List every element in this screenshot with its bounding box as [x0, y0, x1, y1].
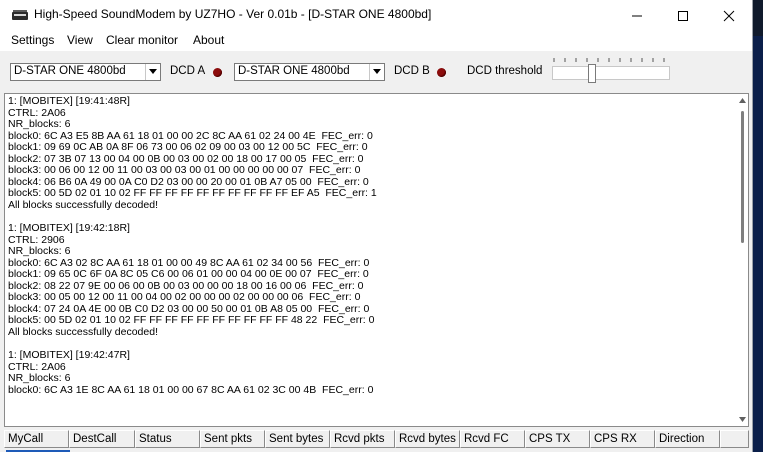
column-sent-pkts[interactable]: Sent pkts [200, 430, 265, 448]
column-label: CPS RX [594, 433, 637, 445]
title-bar[interactable]: High-Speed SoundModem by UZ7HO - Ver 0.0… [0, 0, 752, 31]
dcd-a-led [213, 68, 222, 77]
minimize-button[interactable] [614, 0, 660, 31]
column-label: DestCall [73, 433, 117, 445]
toolbar: D-STAR ONE 4800bd DCD A D-STAR ONE 4800b… [0, 51, 752, 93]
background-window [752, 0, 763, 452]
column-status[interactable]: Status [135, 430, 200, 448]
monitor-line: block1: 09 69 0C AB 0A 8F 06 73 00 06 02… [8, 141, 368, 154]
menu-bar: Settings View Clear monitor About [0, 31, 752, 51]
dcd-a-label: DCD A [170, 65, 206, 77]
chevron-down-icon [149, 69, 157, 74]
column-rcvd-fc[interactable]: Rcvd FC [460, 430, 525, 448]
menu-about[interactable]: About [193, 33, 224, 47]
column-mycall[interactable]: MyCall [4, 430, 69, 448]
main-window: High-Speed SoundModem by UZ7HO - Ver 0.0… [0, 0, 753, 452]
dcd-b-label: DCD B [394, 65, 430, 77]
dcd-b-led [437, 68, 446, 77]
modem-b-dropdown-button[interactable] [369, 64, 384, 80]
minimize-icon [632, 15, 642, 17]
background-window-top [752, 0, 763, 36]
chevron-down-icon [373, 69, 381, 74]
scroll-up-icon[interactable] [739, 98, 746, 103]
window-title: High-Speed SoundModem by UZ7HO - Ver 0.0… [34, 7, 432, 21]
column-rcvd-pkts[interactable]: Rcvd pkts [330, 430, 395, 448]
maximize-icon [678, 11, 688, 21]
modem-a-dropdown-button[interactable] [145, 64, 160, 80]
modem-icon [12, 10, 28, 20]
column-label: Rcvd FC [464, 433, 509, 445]
column-label: Status [139, 433, 172, 445]
close-icon [723, 10, 735, 22]
scroll-down-icon[interactable] [739, 417, 746, 422]
modem-b-value: D-STAR ONE 4800bd [238, 65, 350, 77]
slider-track[interactable] [552, 66, 670, 80]
column-rcvd-bytes[interactable]: Rcvd bytes [395, 430, 460, 448]
modem-b-select[interactable]: D-STAR ONE 4800bd [234, 63, 385, 81]
dcd-threshold-slider[interactable] [552, 55, 672, 91]
dcd-threshold-label: DCD threshold [467, 65, 543, 77]
slider-thumb[interactable] [588, 64, 596, 83]
column-label: MyCall [8, 433, 44, 445]
monitor-line: 1: [MOBITEX] [19:41:48R] [8, 95, 130, 107]
column-cps-tx[interactable]: CPS TX [525, 430, 590, 448]
monitor-line: All blocks successfully decoded! [8, 325, 158, 338]
close-button[interactable] [706, 0, 752, 31]
column-sent-bytes[interactable]: Sent bytes [265, 430, 330, 448]
slider-ticks [553, 58, 665, 62]
monitor-line: 1: [MOBITEX] [19:42:18R] [8, 222, 130, 235]
monitor-line: NR_blocks: 6 [8, 245, 71, 258]
monitor-line: block0: 6C A3 1E 8C AA 61 18 01 00 00 67… [8, 383, 374, 396]
monitor-pane[interactable]: 1: [MOBITEX] [19:41:48R] CTRL: 2A06 NR_blo… [4, 93, 749, 427]
column-label: Sent bytes [269, 433, 324, 445]
menu-view[interactable]: View [67, 33, 93, 47]
modem-a-value: D-STAR ONE 4800bd [14, 65, 126, 77]
column-cps-rx[interactable]: CPS RX [590, 430, 655, 448]
modem-a-select[interactable]: D-STAR ONE 4800bd [10, 63, 161, 81]
monitor-scrollbar[interactable] [736, 94, 748, 426]
menu-clear-monitor[interactable]: Clear monitor [106, 33, 178, 47]
scrollbar-thumb[interactable] [741, 111, 744, 243]
stations-header: MyCall DestCall Status Sent pkts Sent by… [4, 428, 749, 452]
column-label: CPS TX [529, 433, 571, 445]
menu-settings[interactable]: Settings [11, 33, 54, 47]
monitor-line: NR_blocks: 6 [8, 118, 71, 131]
column-label: Rcvd pkts [334, 433, 385, 445]
column-label: Direction [659, 433, 705, 445]
column-label: Rcvd bytes [399, 433, 456, 445]
monitor-line: NR_blocks: 6 [8, 372, 71, 385]
monitor-line: All blocks successfully decoded! [8, 198, 158, 211]
maximize-button[interactable] [660, 0, 706, 31]
monitor-log: 1: [MOBITEX] [19:41:48R] CTRL: 2A06 NR_blo… [8, 95, 377, 396]
column-label: Sent pkts [204, 433, 252, 445]
column-direction[interactable]: Direction [655, 430, 720, 448]
column-filler [720, 430, 749, 448]
monitor-line: 1: [MOBITEX] [19:42:47R] [8, 349, 130, 362]
column-destcall[interactable]: DestCall [69, 430, 135, 448]
